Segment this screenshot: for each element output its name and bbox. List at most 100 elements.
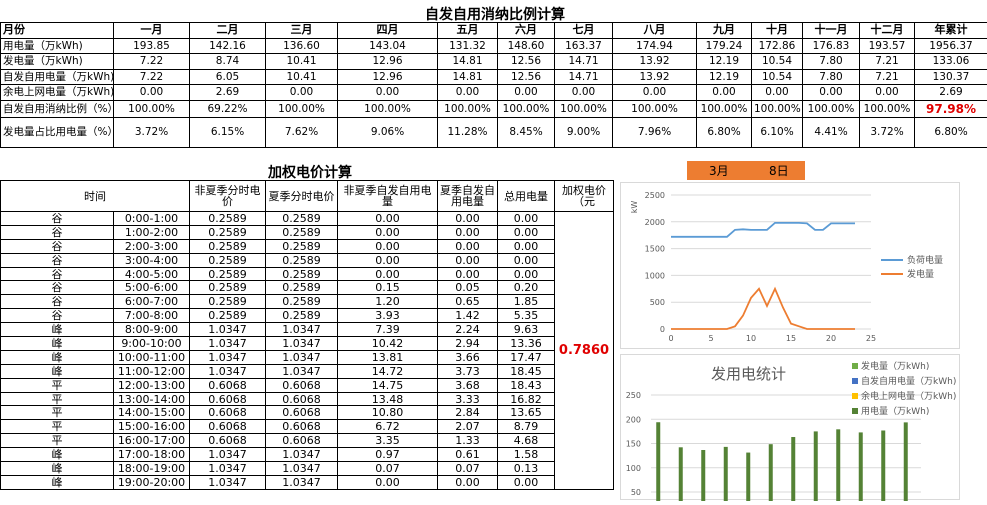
table-row: 自发自用电量（万kWh)7.226.0510.4112.9614.8112.56… [1,69,987,85]
date-selector[interactable]: 3月 8日 [687,161,805,180]
table-cell: 12.19 [697,69,752,85]
table-cell: 148.60 [498,38,555,54]
table-cell: 100.00% [613,100,697,117]
table-cell: 0.00 [498,475,555,489]
table-cell: 14.75 [338,378,438,392]
table-cell: 100.00% [860,100,915,117]
table-cell: 7.96% [613,117,697,147]
table-cell: 1.0347 [266,475,338,489]
table-cell: 142.16 [190,38,266,54]
table-row: 谷6:00-7:000.25890.25891.200.651.85 [1,295,614,309]
table-cell: 2.94 [438,337,498,351]
table-cell: 13.48 [338,392,438,406]
time-range: 7:00-8:00 [114,309,190,323]
table-row: 谷3:00-4:000.25890.25890.000.000.00 [1,253,614,267]
y-tick-label: 2000 [645,218,665,227]
table-cell: 14.81 [438,69,498,85]
month-header: 十一月 [803,23,860,39]
table-cell: 14.71 [555,54,613,70]
table-cell: 100.00% [338,100,438,117]
table-cell: 0.00 [338,267,438,281]
table-cell: 7.22 [114,54,190,70]
table-cell: 0.00 [338,253,438,267]
row-label: 用电量（万kWh) [1,38,114,54]
table-row: 自发自用消纳比例（%）100.00%69.22%100.00%100.00%10… [1,100,987,117]
table-cell: 3.66 [438,350,498,364]
month-header: 月份 [1,23,114,39]
month-header: 二月 [190,23,266,39]
table-cell: 3.33 [438,392,498,406]
table-cell: 0.2589 [190,212,266,226]
table-cell: 0.00 [438,253,498,267]
legend-label: 用电量（万kWh) [861,405,929,417]
time-range: 8:00-9:00 [114,323,190,337]
table-cell: 9.63 [498,323,555,337]
time-range: 1:00-2:00 [114,225,190,239]
table-cell: 3.68 [438,378,498,392]
table-row: 发电量（万kWh)7.228.7410.4112.9614.8112.5614.… [1,54,987,70]
period-type: 谷 [1,309,114,323]
table-cell: 0.00 [498,212,555,226]
table-cell: 12.19 [697,54,752,70]
table-row: 峰19:00-20:001.03471.03470.000.000.00 [1,475,614,489]
table-cell: 1.0347 [190,323,266,337]
table-cell: 18.45 [498,364,555,378]
table-cell: 0.00 [438,239,498,253]
table-cell: 0.2589 [190,309,266,323]
table-cell: 172.86 [752,38,803,54]
y-tick-label: 200 [626,415,641,424]
weighted-header: 非夏季分时电价 [190,181,266,212]
table-cell: 69.22% [190,100,266,117]
table-row: 峰11:00-12:001.03471.034714.723.7318.45 [1,364,614,378]
table-row: 余电上网电量（万kWh)0.002.690.000.000.000.000.00… [1,85,987,101]
period-type: 峰 [1,475,114,489]
table-cell: 0.00 [555,85,613,101]
table-cell: 0.00 [498,85,555,101]
energy-statistics-bar-chart[interactable]: 发用电统计50100150200250发电量（万kWh)自发自用电量（万kWh)… [620,354,960,500]
weighted-header: 夏季自发自用电量 [438,181,498,212]
table-cell: 176.83 [803,38,860,54]
table-cell: 100.00% [498,100,555,117]
table-cell: 2.84 [438,406,498,420]
time-range: 17:00-18:00 [114,448,190,462]
table-cell: 100.00% [266,100,338,117]
bar [746,453,750,501]
row-label: 发电量（万kWh) [1,54,114,70]
table-cell: 0.61 [438,448,498,462]
table-cell: 7.62% [266,117,338,147]
month-header: 年累计 [915,23,987,39]
legend-label: 自发自用电量（万kWh) [861,375,956,387]
table-cell: 6.15% [190,117,266,147]
time-header: 时间 [1,181,190,212]
row-label: 自发自用电量（万kWh) [1,69,114,85]
table-cell: 9.00% [555,117,613,147]
table-cell: 179.24 [697,38,752,54]
bar [904,422,908,501]
legend-label: 发电量 [907,268,934,280]
table-cell: 0.00 [438,225,498,239]
table-cell: 8.45% [498,117,555,147]
table-row: 用电量（万kWh)193.85142.16136.60143.04131.321… [1,38,987,54]
row-label: 发电量占比用电量（%） [1,117,114,147]
load-generation-line-chart[interactable]: 050010001500200025000510152025kW负荷电量发电量 [620,182,960,349]
time-range: 2:00-3:00 [114,239,190,253]
weighted-header: 非夏季自发自用电量 [338,181,438,212]
table-cell: 100.00% [752,100,803,117]
table-cell: 3.73 [438,364,498,378]
period-type: 峰 [1,350,114,364]
table-cell: 0.00 [613,85,697,101]
date-month: 3月 [709,162,729,179]
table-cell: 1.0347 [190,462,266,476]
table-cell: 0.2589 [190,239,266,253]
legend-label: 余电上网电量（万kWh) [861,390,956,402]
table-cell: 1.0347 [190,337,266,351]
table-cell: 12.96 [338,69,438,85]
period-type: 峰 [1,364,114,378]
table-cell: 163.37 [555,38,613,54]
table-cell: 11.28% [438,117,498,147]
table-cell: 0.2589 [266,281,338,295]
table-cell: 13.81 [338,350,438,364]
table-cell: 0.00 [266,85,338,101]
table-cell: 0.07 [438,462,498,476]
table-cell: 7.80 [803,69,860,85]
